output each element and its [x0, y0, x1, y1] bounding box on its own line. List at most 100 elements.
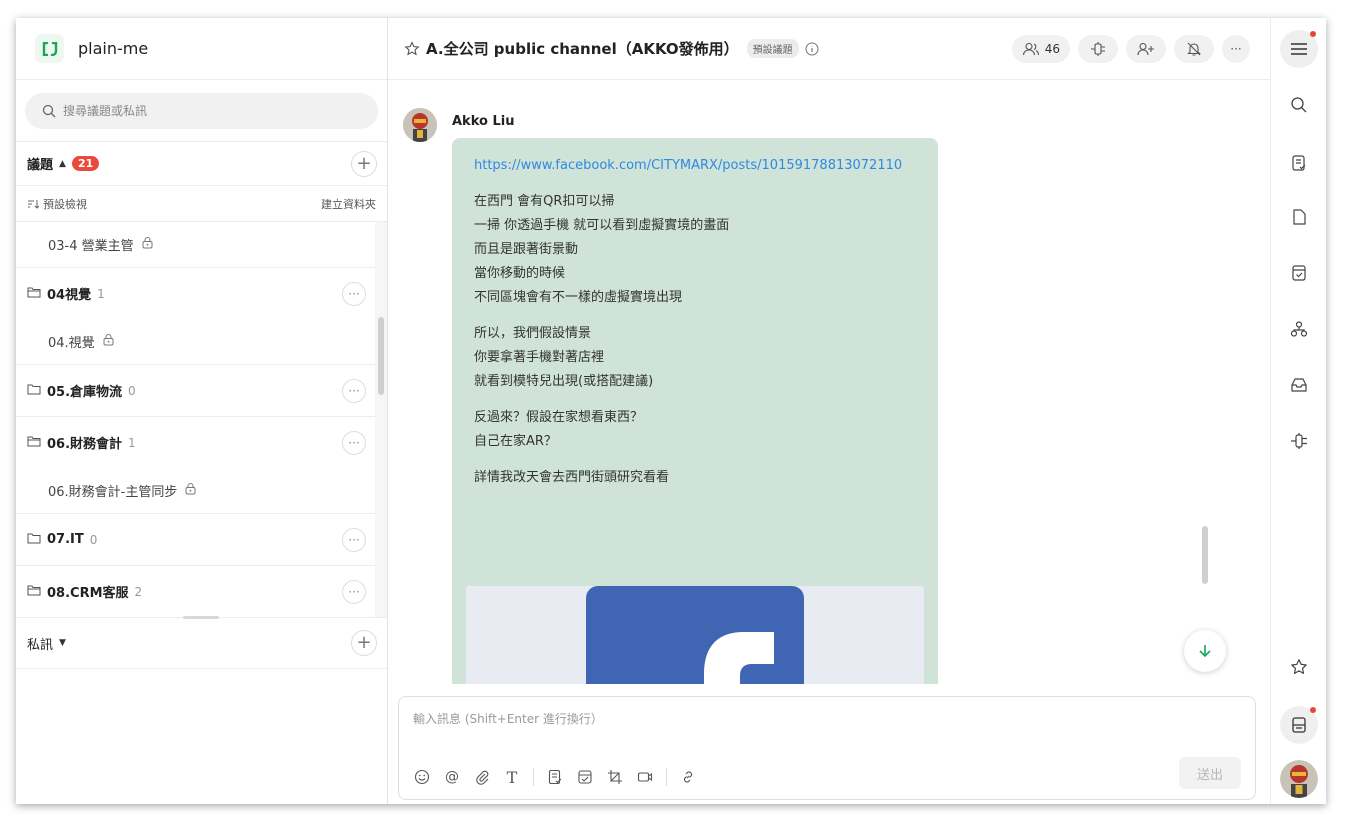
- message-link[interactable]: https://www.facebook.com/CITYMARX/posts/…: [474, 154, 916, 178]
- message-paragraph: 所以，我們假設情景 你要拿著手機對著店裡 就看到模特兒出現(或搭配建議): [474, 322, 916, 394]
- member-count: 46: [1044, 41, 1060, 56]
- rail-archive-button[interactable]: [1280, 706, 1318, 744]
- rail-starred-button[interactable]: [1280, 648, 1318, 686]
- message-line: 當你移動的時候: [474, 266, 566, 281]
- bell-off-icon: [1187, 42, 1201, 56]
- mute-button[interactable]: [1174, 34, 1214, 63]
- facebook-logo-icon: [586, 586, 804, 684]
- topic-count: 0: [128, 383, 136, 398]
- folder-icon: [27, 532, 41, 548]
- rail-tasks-button[interactable]: [1280, 144, 1318, 182]
- default-topic-tag: 預設議題: [746, 39, 799, 58]
- more-options-button[interactable]: ···: [1222, 34, 1250, 63]
- create-folder-button[interactable]: 建立資料夾: [321, 196, 376, 212]
- emoji-icon[interactable]: [413, 768, 431, 786]
- lock-icon: [103, 333, 114, 350]
- profile-avatar[interactable]: [1280, 760, 1318, 798]
- star-outline-icon[interactable]: [404, 40, 420, 57]
- menu-button[interactable]: [1280, 30, 1318, 68]
- search-placeholder: 搜尋議題或私訊: [63, 104, 148, 118]
- chat-scroll-thumb[interactable]: [1202, 526, 1208, 584]
- topic-folder[interactable]: 04視覺 1 ···: [16, 267, 387, 319]
- message-line: 就看到模特兒出現(或搭配建議): [474, 374, 654, 389]
- info-icon[interactable]: [805, 42, 819, 56]
- scroll-to-bottom-button[interactable]: [1184, 630, 1226, 672]
- message-composer[interactable]: 輸入訊息 (Shift+Enter 進行換行） @ T 送出: [398, 696, 1256, 800]
- topics-header[interactable]: 議題 ▲ 21 +: [16, 142, 387, 186]
- integration-button[interactable]: [1078, 34, 1118, 63]
- add-dm-button[interactable]: +: [351, 630, 377, 656]
- topic-count: 1: [97, 286, 105, 301]
- rail-files-button[interactable]: [1280, 198, 1318, 236]
- add-member-button[interactable]: [1126, 34, 1166, 63]
- header-toolbar: 46 ···: [1011, 34, 1250, 63]
- topics-badge: 21: [71, 156, 100, 171]
- app-name: plain-me: [78, 39, 149, 58]
- send-button[interactable]: 送出: [1179, 757, 1241, 789]
- link-icon[interactable]: [679, 768, 697, 786]
- message-paragraph: 在西門 會有QR扣可以掃 一掃 你透過手機 就可以看到虛擬實境的畫面 而且是跟著街景…: [474, 190, 916, 310]
- topic-name: 04視覺: [47, 288, 92, 303]
- message-list: Akko Liu https://www.facebook.com/CITYMA…: [388, 80, 1270, 684]
- sender-name[interactable]: Akko Liu: [452, 114, 514, 129]
- toolbar-divider: [533, 768, 534, 786]
- rail-inbox-button[interactable]: [1280, 366, 1318, 404]
- folder-more-button[interactable]: ···: [342, 579, 366, 604]
- members-button[interactable]: 46: [1011, 34, 1070, 63]
- folder-more-button[interactable]: ···: [342, 281, 366, 306]
- message-line: 詳情我改天會去西門街頭研究看看: [474, 470, 670, 485]
- hamburger-icon: [1291, 43, 1307, 55]
- rail-integration-button[interactable]: [1280, 422, 1318, 460]
- view-bar: 預設檢視 建立資料夾: [16, 186, 387, 222]
- rail-notes-button[interactable]: [1280, 254, 1318, 292]
- topic-item[interactable]: 06.財務會計-主管同步: [16, 468, 387, 513]
- folder-open-icon: [27, 435, 41, 451]
- topic-count: 0: [89, 532, 98, 547]
- app-logo-icon[interactable]: [35, 34, 64, 63]
- video-call-icon[interactable]: [636, 768, 654, 786]
- resize-handle[interactable]: [183, 616, 219, 619]
- caret-down-icon[interactable]: ▼: [59, 638, 66, 648]
- rail-org-button[interactable]: [1280, 310, 1318, 348]
- link-preview-card[interactable]: [466, 586, 924, 684]
- topic-folder[interactable]: 07.IT 0 ···: [16, 513, 387, 565]
- folder-open-icon: [27, 584, 41, 600]
- chat-header: A.全公司 public channel（AKKO發佈用） 預設議題 46 ··…: [388, 18, 1270, 80]
- text-format-icon[interactable]: T: [503, 768, 521, 787]
- sort-icon[interactable]: [27, 199, 39, 209]
- message-paragraph: 詳情我改天會去西門街頭研究看看: [474, 466, 916, 490]
- sidebar-scroll-thumb[interactable]: [378, 317, 384, 395]
- sidebar: plain-me 搜尋議題或私訊 議題 ▲ 21 + 預設檢視 建立資料夾 03…: [16, 18, 388, 804]
- topic-item[interactable]: 04.視覺: [16, 319, 387, 364]
- org-chart-icon: [1290, 321, 1308, 337]
- crop-icon[interactable]: [606, 768, 624, 786]
- file-icon: [1293, 209, 1306, 225]
- topic-list: 03-4 營業主管 04視覺 1 ··· 04.視覺 05.倉庫物流 0 ··· 06.財務會計…: [16, 222, 387, 617]
- message-line: 不同區塊會有不一樣的虛擬實境出現: [474, 290, 683, 305]
- dm-header[interactable]: 私訊 ▼ +: [16, 616, 387, 669]
- lock-icon: [185, 482, 196, 499]
- default-view-label[interactable]: 預設檢視: [43, 196, 87, 212]
- topic-folder[interactable]: 06.財務會計 1 ···: [16, 416, 387, 468]
- task-list-icon: [1292, 155, 1306, 171]
- sidebar-scrollbar[interactable]: [375, 222, 387, 617]
- folder-more-button[interactable]: ···: [342, 378, 366, 403]
- topic-folder[interactable]: 08.CRM客服 2 ···: [16, 565, 387, 617]
- search-input[interactable]: 搜尋議題或私訊: [25, 92, 378, 129]
- topic-item[interactable]: 03-4 營業主管: [16, 222, 387, 267]
- topic-name: 05.倉庫物流: [47, 385, 123, 400]
- search-icon: [1291, 97, 1307, 113]
- folder-more-button[interactable]: ···: [342, 430, 366, 455]
- mention-icon[interactable]: @: [443, 768, 461, 786]
- attachment-icon[interactable]: [473, 768, 491, 786]
- topic-folder[interactable]: 05.倉庫物流 0 ···: [16, 364, 387, 416]
- message-bubble: https://www.facebook.com/CITYMARX/posts/…: [452, 138, 938, 684]
- caret-up-icon[interactable]: ▲: [59, 159, 66, 169]
- topic-name: 04.視覺: [48, 336, 95, 351]
- sender-avatar[interactable]: [403, 108, 437, 142]
- add-topic-button[interactable]: +: [351, 150, 377, 177]
- folder-more-button[interactable]: ···: [342, 527, 366, 552]
- rail-search-button[interactable]: [1280, 86, 1318, 124]
- note-icon[interactable]: [576, 768, 594, 786]
- task-icon[interactable]: [546, 768, 564, 786]
